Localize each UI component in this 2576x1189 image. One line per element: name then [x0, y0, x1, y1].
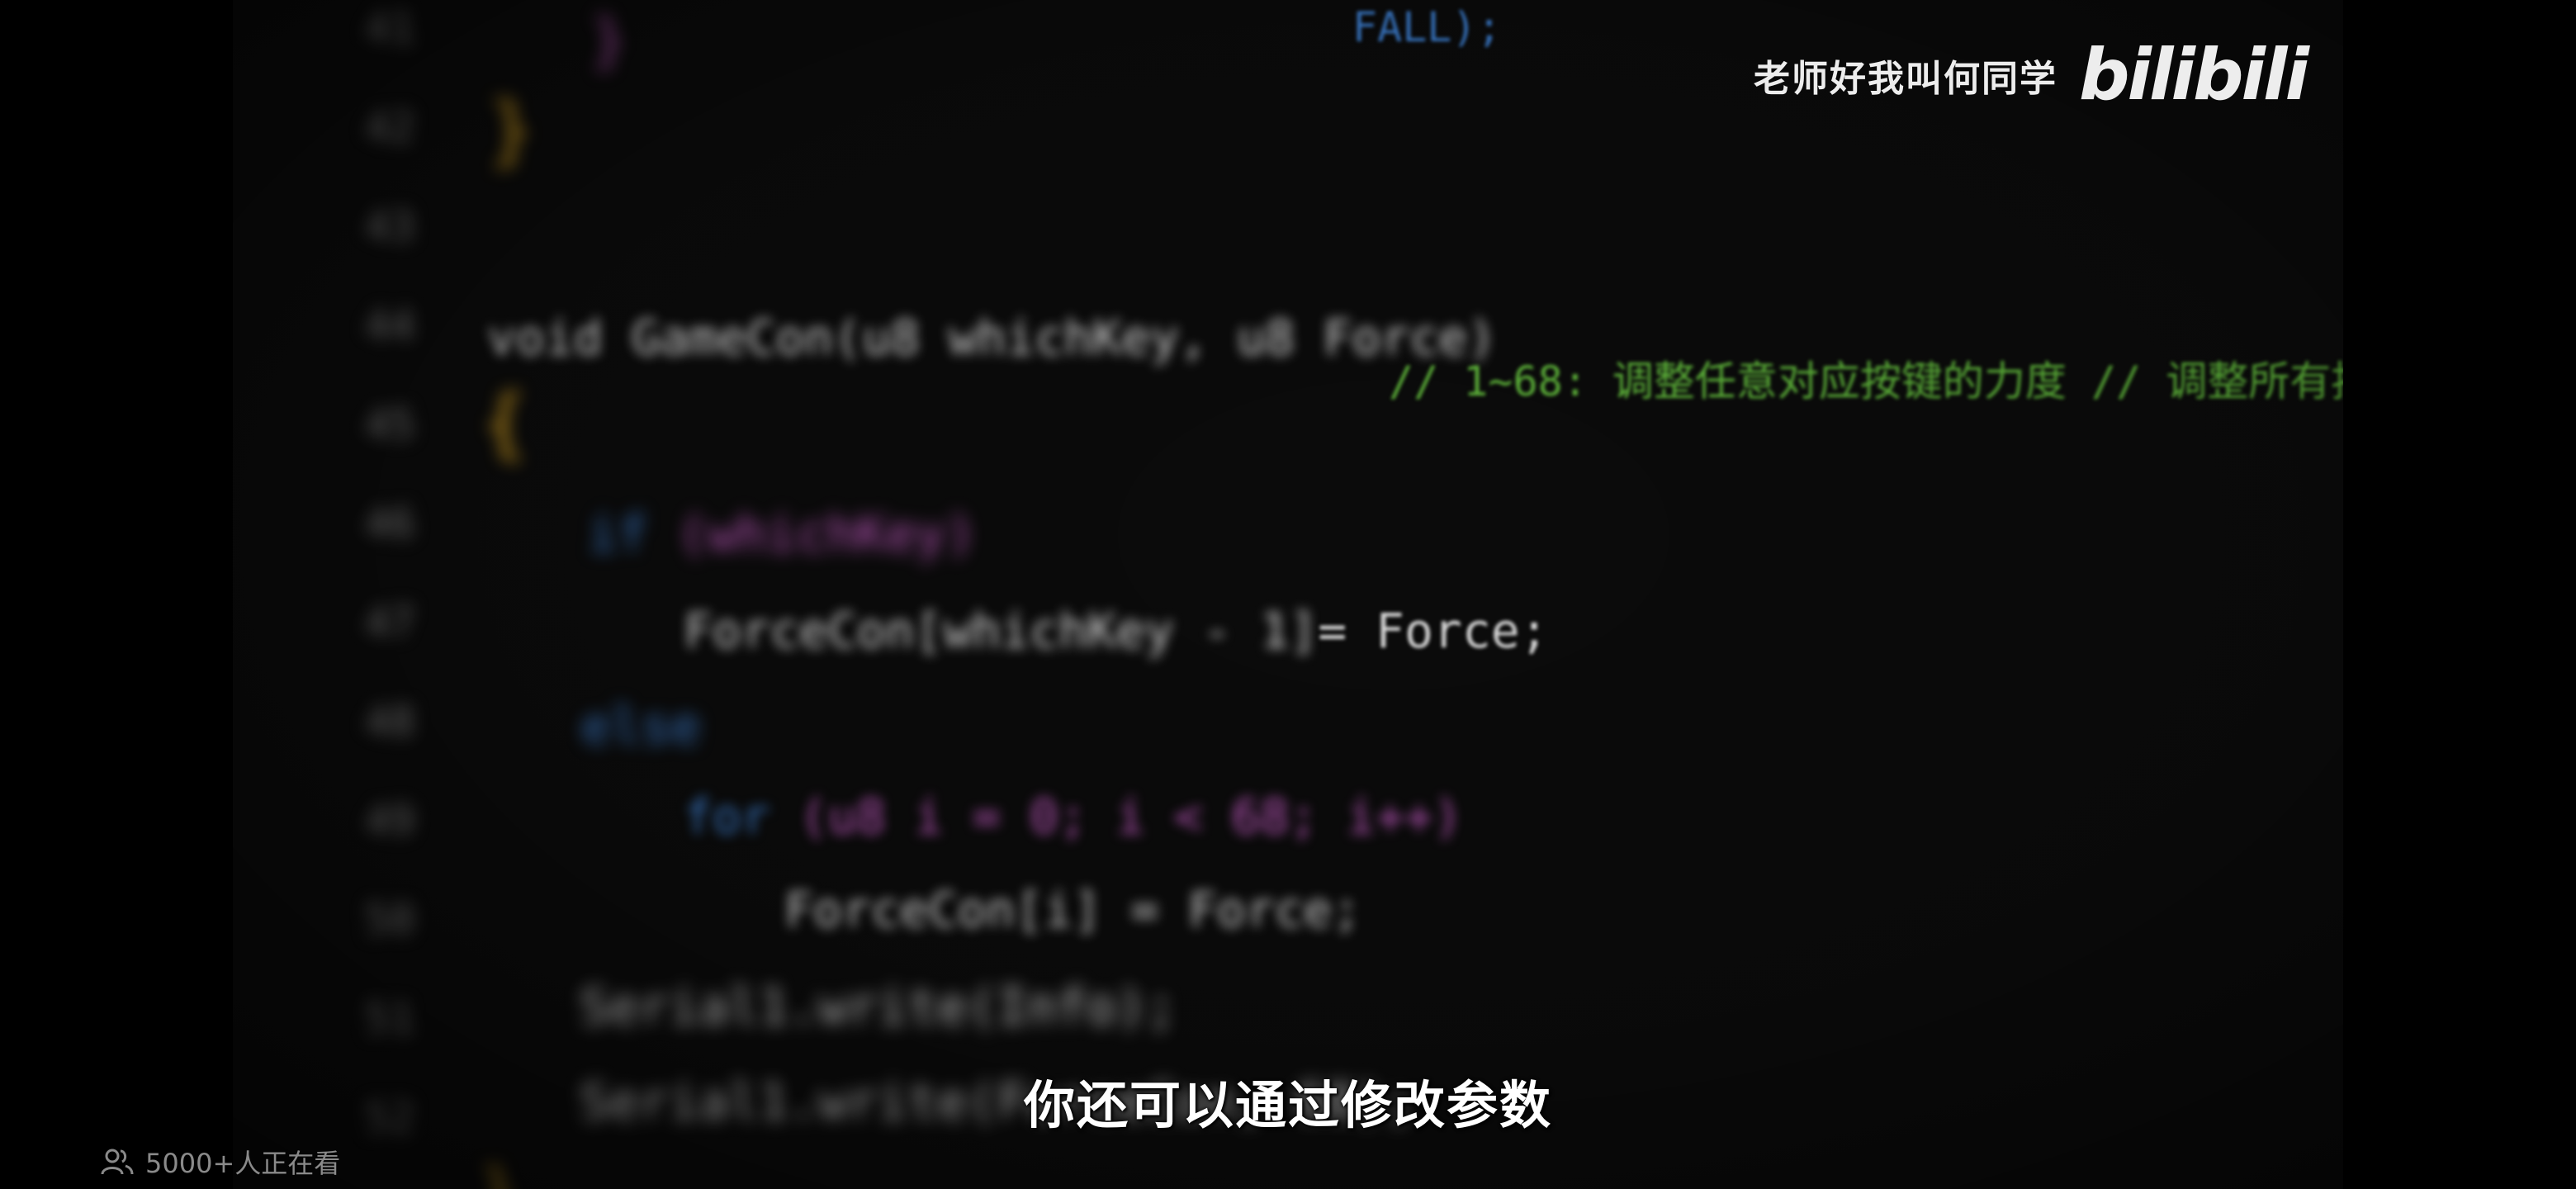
line-number: 47	[364, 599, 415, 647]
code-comment: // 1~68: 调整任意对应按键的力度 // 调整所有按键力度	[1389, 348, 2343, 408]
code-line: else	[581, 698, 701, 756]
code-line: ForceCon[whichKey - 1] = Force;	[684, 603, 1549, 659]
code-bracket: }	[489, 87, 534, 173]
code-line: if (whichKey)	[588, 505, 976, 563]
code-bracket: }	[591, 7, 627, 74]
line-number: 49	[364, 797, 415, 845]
viewer-count: 5000+人正在看	[101, 1143, 340, 1181]
code-line: Serial1.write(Info);	[580, 978, 1176, 1036]
bilibili-watermark: 老师好我叫何同学 bilibili	[1754, 34, 2309, 116]
code-line: void GameCon(u8 whichKey, u8 Force)	[487, 310, 1496, 366]
code-token: // 1~68: 调整任意对应按键的力度 // 调整所有按键力度	[1389, 358, 2343, 405]
bilibili-logo: bilibili	[2079, 34, 2309, 116]
code-bracket: {	[482, 380, 528, 467]
code-token: = Force;	[1318, 603, 1549, 659]
video-frame[interactable]: 41 42 43 44 45 46 47 48 49 50 51 52 FALL…	[233, 0, 2343, 1189]
line-number: 51	[364, 995, 415, 1043]
people-icon	[101, 1148, 134, 1176]
code-bracket: }	[481, 1156, 515, 1189]
watermark-uploader: 老师好我叫何同学	[1754, 58, 2057, 100]
code-token: Serial1.write(Info);	[580, 978, 1177, 1036]
vignette	[233, 0, 2343, 1189]
line-number: 43	[364, 202, 415, 250]
line-number: 42	[364, 103, 415, 151]
subtitle: 你还可以通过修改参数	[1023, 1075, 1552, 1135]
code-token: ForceCon[i] = Force;	[784, 882, 1361, 938]
line-number: 41	[364, 4, 415, 52]
line-number: 44	[364, 301, 415, 349]
code-token: for	[684, 789, 770, 845]
code-line: for (u8 i = 0; i < 68; i++)	[684, 789, 1462, 845]
code-token: if	[588, 505, 648, 563]
code-token: (whichKey)	[677, 505, 976, 563]
code-line: FALL);	[1352, 3, 1502, 51]
code-token: void GameCon(u8 whichKey, u8 Force)	[487, 310, 1497, 366]
line-number: 50	[364, 896, 415, 944]
line-number: 48	[364, 698, 415, 746]
line-number: 45	[364, 400, 415, 448]
video-player[interactable]: 41 42 43 44 45 46 47 48 49 50 51 52 FALL…	[0, 0, 2576, 1189]
code-token: ForceCon[whichKey - 1]	[684, 603, 1319, 659]
code-token: else	[581, 698, 701, 756]
line-number: 46	[364, 500, 415, 547]
code-token: (u8 i = 0; i < 68; i++)	[798, 789, 1462, 845]
code-token: FALL);	[1352, 3, 1502, 51]
viewer-count-text: 5000+人正在看	[145, 1148, 341, 1179]
code-line: ForceCon[i] = Force;	[784, 882, 1361, 938]
